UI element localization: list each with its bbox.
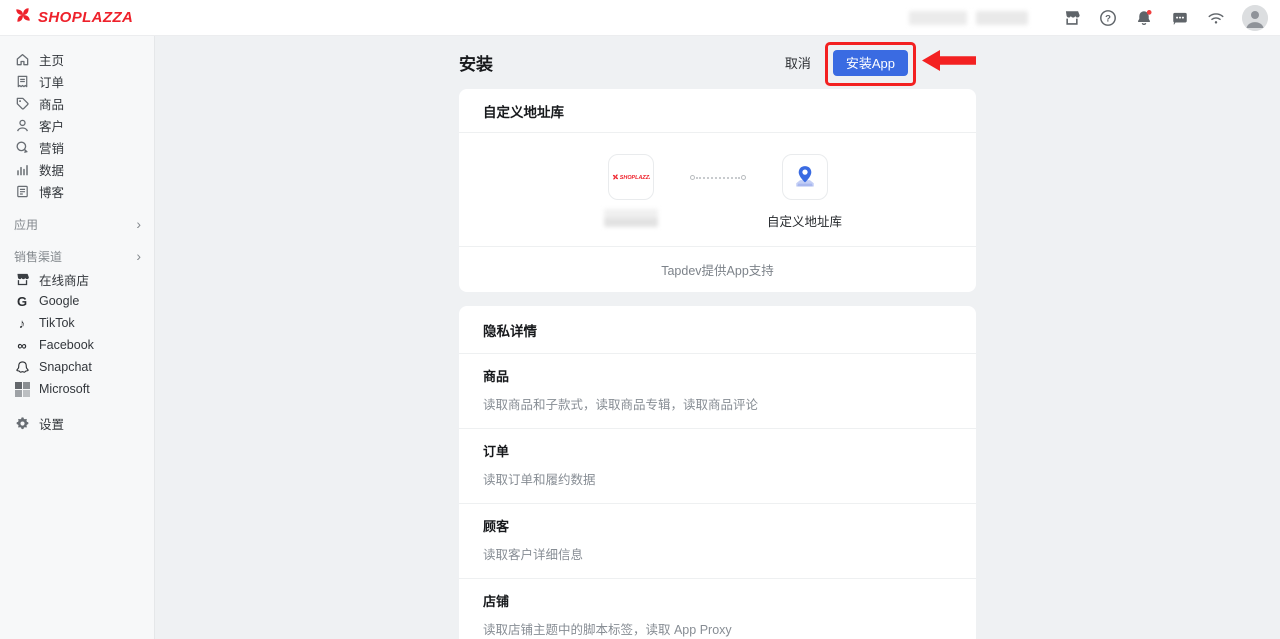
storefront-icon <box>14 271 30 287</box>
sidebar-item-analytics[interactable]: 数据 <box>0 158 154 180</box>
wifi-icon[interactable] <box>1206 8 1225 27</box>
main-area: 安装 取消 安装App 自定义地址库 <box>155 36 1280 639</box>
page-header: 安装 取消 安装App <box>459 36 976 89</box>
source-app-box: SHOPLAZZA <box>608 154 654 200</box>
sidebar-item-label: Facebook <box>39 338 94 352</box>
sidebar-item-label: 商品 <box>39 94 64 113</box>
svg-text:SHOPLAZZA: SHOPLAZZA <box>619 175 649 181</box>
sidebar-item-orders[interactable]: 订单 <box>0 70 154 92</box>
sidebar-item-label: 数据 <box>39 160 64 179</box>
microsoft-icon <box>14 381 30 397</box>
sidebar-group-apps[interactable]: 应用 › <box>0 213 154 235</box>
help-icon[interactable]: ? <box>1098 8 1117 27</box>
sidebar-item-label: 博客 <box>39 182 64 201</box>
sidebar-item-products[interactable]: 商品 <box>0 92 154 114</box>
sidebar-group-label: 销售渠道 <box>14 248 62 265</box>
sidebar-item-home[interactable]: 主页 <box>0 48 154 70</box>
brand-name: SHOPLAZZA <box>38 9 133 26</box>
sidebar-item-online-store[interactable]: 在线商店 <box>0 268 154 290</box>
blurred-store-name <box>604 209 658 227</box>
sidebar-item-label: 主页 <box>39 50 64 69</box>
sidebar-item-label: Microsoft <box>39 382 90 396</box>
google-icon: G <box>14 293 30 309</box>
sidebar-item-snapchat[interactable]: Snapchat <box>0 356 154 378</box>
target-app-label: 自定义地址库 <box>767 211 842 230</box>
chat-icon[interactable] <box>1170 8 1189 27</box>
sidebar-item-label: Google <box>39 294 79 308</box>
location-pin-icon <box>791 163 819 191</box>
chevron-right-icon: › <box>136 249 141 263</box>
sidebar-item-google[interactable]: G Google <box>0 290 154 312</box>
marketing-icon <box>14 139 30 155</box>
sidebar-item-tiktok[interactable]: ♪ TikTok <box>0 312 154 334</box>
notifications-icon[interactable] <box>1134 8 1153 27</box>
sidebar-group-label: 应用 <box>14 216 38 233</box>
connection-dotted-line <box>690 175 746 180</box>
privacy-card: 隐私详情 商品 读取商品和子款式，读取商品专辑，读取商品评论 订单 读取订单和履… <box>459 306 976 639</box>
shoplazza-logo[interactable]: SHOPLAZZA <box>14 6 133 29</box>
sidebar-item-blog[interactable]: 博客 <box>0 180 154 202</box>
cancel-button[interactable]: 取消 <box>785 53 811 72</box>
install-app-button[interactable]: 安装App <box>833 50 908 76</box>
privacy-section-orders: 订单 读取订单和履约数据 <box>459 429 976 504</box>
store-icon[interactable] <box>1062 8 1081 27</box>
sidebar: 主页 订单 商品 客户 营销 数据 博客 应用 › <box>0 36 155 639</box>
privacy-card-title: 隐私详情 <box>459 306 976 354</box>
home-icon <box>14 51 30 67</box>
sidebar-item-label: 客户 <box>39 116 64 135</box>
tag-icon <box>14 95 30 111</box>
sidebar-group-sales-channels[interactable]: 销售渠道 › <box>0 245 154 267</box>
blurred-store-field[interactable] <box>909 8 1041 28</box>
privacy-section-customers: 顾客 读取客户详细信息 <box>459 504 976 579</box>
sidebar-item-settings[interactable]: 设置 <box>0 412 154 434</box>
svg-text:?: ? <box>1105 13 1111 24</box>
app-connection-graphic: SHOPLAZZA <box>459 133 976 247</box>
target-app-box <box>782 154 828 200</box>
privacy-section-products: 商品 读取商品和子款式，读取商品专辑，读取商品评论 <box>459 354 976 429</box>
annotation-arrow <box>921 47 977 78</box>
chevron-right-icon: › <box>136 217 141 231</box>
sidebar-item-facebook[interactable]: ∞ Facebook <box>0 334 154 356</box>
avatar[interactable] <box>1242 5 1268 31</box>
app-install-card: 自定义地址库 SHOPLAZZA <box>459 89 976 292</box>
sidebar-item-customers[interactable]: 客户 <box>0 114 154 136</box>
person-icon <box>14 117 30 133</box>
tiktok-icon: ♪ <box>14 315 30 331</box>
app-card-title: 自定义地址库 <box>459 89 976 133</box>
shoplazza-logo-icon <box>14 6 32 29</box>
snapchat-ghost-icon <box>14 359 30 375</box>
blog-icon <box>14 183 30 199</box>
gear-icon <box>14 415 30 431</box>
sidebar-item-marketing[interactable]: 营销 <box>0 136 154 158</box>
topbar: SHOPLAZZA ? <box>0 0 1280 36</box>
sidebar-item-label: Snapchat <box>39 360 92 374</box>
sidebar-item-microsoft[interactable]: Microsoft <box>0 378 154 400</box>
sidebar-item-label: TikTok <box>39 316 75 330</box>
shoplazza-mini-logo-icon: SHOPLAZZA <box>612 170 650 184</box>
sidebar-item-label: 营销 <box>39 138 64 157</box>
page-title: 安装 <box>459 50 493 75</box>
app-support-text: Tapdev提供App支持 <box>459 247 976 292</box>
orders-icon <box>14 73 30 89</box>
bar-chart-icon <box>14 161 30 177</box>
sidebar-item-label: 设置 <box>39 414 64 433</box>
facebook-meta-icon: ∞ <box>14 337 30 353</box>
privacy-section-store: 店铺 读取店铺主题中的脚本标签，读取 App Proxy <box>459 579 976 639</box>
sidebar-item-label: 在线商店 <box>39 270 89 289</box>
sidebar-item-label: 订单 <box>39 72 64 91</box>
